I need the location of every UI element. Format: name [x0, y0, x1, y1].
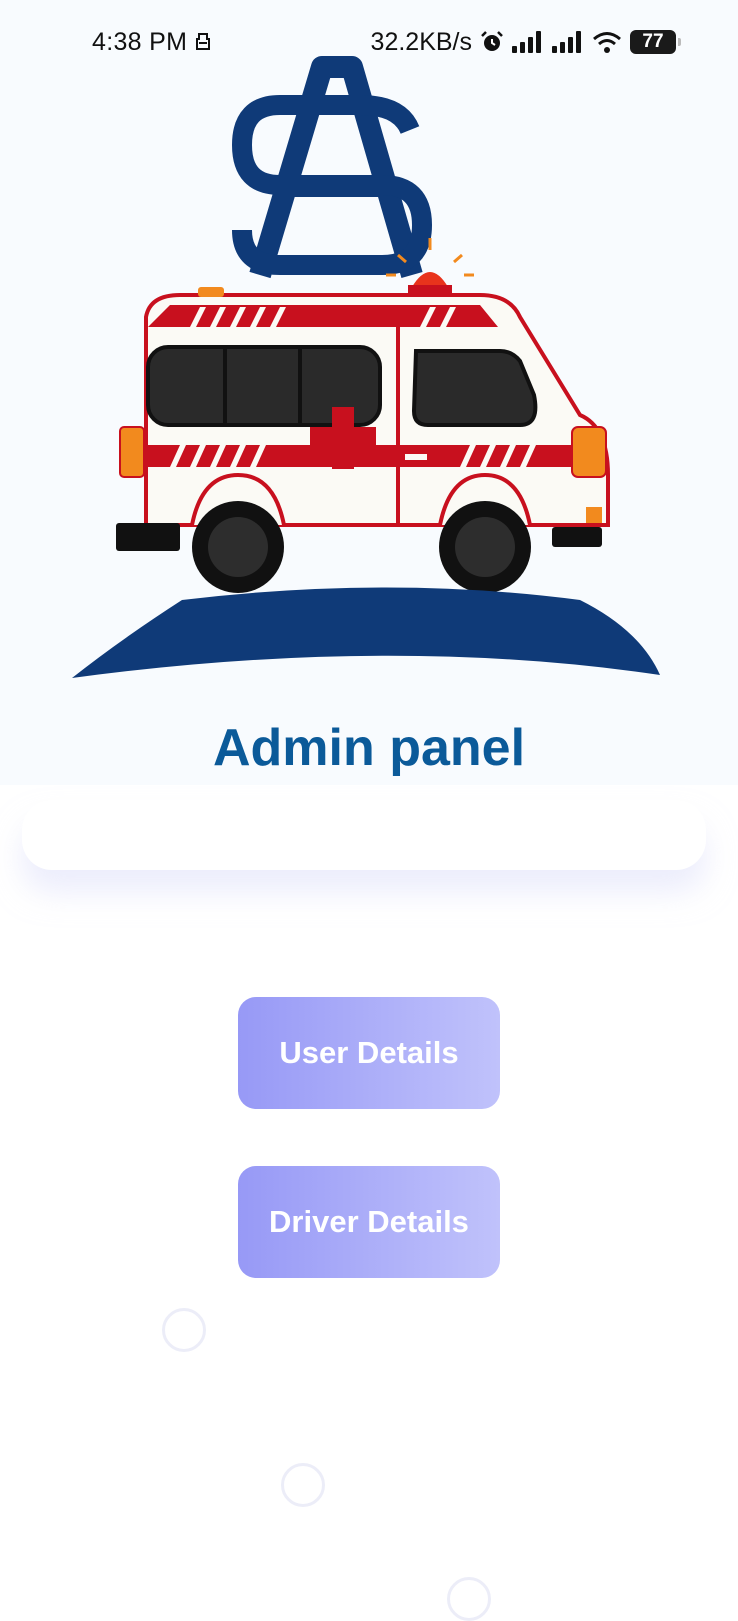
network-speed: 32.2KB/s	[370, 27, 472, 56]
battery-icon: 77	[630, 30, 681, 54]
user-details-button[interactable]: User Details	[238, 997, 500, 1109]
search-bar[interactable]	[22, 800, 706, 870]
status-time: 4:38 PM	[92, 28, 188, 56]
sim-card-icon	[196, 33, 210, 50]
signal-icon	[552, 31, 581, 53]
sa-monogram	[231, 56, 433, 279]
decorative-circle	[447, 1577, 491, 1621]
search-input[interactable]	[36, 808, 690, 834]
page-title: Admin panel	[212, 719, 526, 777]
alarm-icon	[481, 31, 503, 51]
ambulance-icon	[116, 287, 610, 593]
signal-icon	[512, 31, 541, 53]
status-right-group: 32.2KB/s 77	[370, 27, 681, 57]
decorative-circle	[281, 1463, 325, 1507]
wifi-icon	[593, 32, 621, 53]
decorative-circle	[162, 1308, 206, 1352]
ground-arc	[72, 587, 660, 678]
driver-details-button[interactable]: Driver Details	[238, 1166, 500, 1278]
app-logo	[72, 56, 660, 678]
